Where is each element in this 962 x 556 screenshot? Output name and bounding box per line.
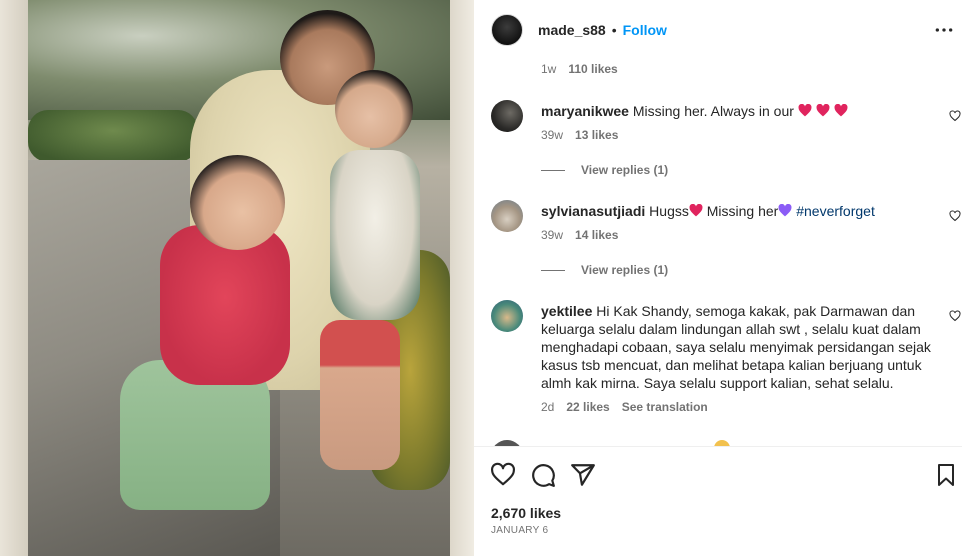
see-translation-button[interactable]: See translation — [622, 400, 708, 414]
purple-heart-emoji-icon — [778, 204, 792, 217]
commenter-username[interactable]: yektilee — [541, 303, 592, 319]
photo-girl-right — [330, 150, 420, 320]
replies-divider-line — [541, 269, 565, 271]
comment-meta: 39w 14 likes — [541, 228, 618, 242]
comment-text: yektilee Hi Kak Shandy, semoga kakak, pa… — [541, 302, 931, 392]
photo-girl-right-legs — [320, 320, 400, 470]
more-options-icon[interactable] — [934, 20, 954, 40]
red-heart-emoji-icon — [798, 104, 812, 117]
photo-print-border-right — [450, 0, 474, 556]
comment-message: Missing her. Always in our — [632, 103, 794, 119]
comment-meta: 39w 13 likes — [541, 128, 618, 142]
comment-like-heart-icon[interactable] — [949, 310, 961, 322]
follow-button[interactable]: Follow — [623, 22, 667, 38]
photo-girl-left — [160, 225, 290, 385]
comments-list[interactable]: 1w 110 likes maryanikwee Missing her. Al… — [474, 60, 962, 445]
commenter-avatar[interactable] — [491, 200, 523, 232]
comment-likes[interactable]: 110 likes — [568, 62, 617, 76]
post-date[interactable]: JANUARY 6 — [491, 525, 548, 536]
commenter-username[interactable]: sylvianasutjiadi — [541, 203, 645, 219]
commenter-avatar[interactable] — [491, 300, 523, 332]
comment-likes[interactable]: 14 likes — [575, 228, 618, 242]
comment-message-part-1: Hugss — [649, 203, 689, 219]
share-paper-plane-icon[interactable] — [570, 462, 596, 488]
post-likes-count[interactable]: 2,670 likes — [491, 505, 561, 521]
comment-time: 1w — [541, 62, 557, 76]
red-heart-emoji-icon — [689, 204, 703, 217]
comment-like-heart-icon[interactable] — [949, 210, 961, 222]
comment-text: maryanikwee Missing her. Always in our — [541, 102, 931, 120]
photo-print-border-left — [0, 0, 28, 556]
comment-time: 39w — [541, 228, 564, 242]
previous-comment-meta: 1w 110 likes — [541, 62, 618, 76]
comment-time: 2d — [541, 400, 555, 414]
comment-bubble-icon[interactable] — [530, 462, 556, 488]
post-photo[interactable] — [0, 0, 474, 556]
comment-time: 39w — [541, 128, 564, 142]
author-avatar[interactable] — [491, 14, 523, 46]
header-separator: • — [611, 22, 617, 38]
red-heart-emoji-icon — [816, 104, 830, 117]
view-replies-button[interactable]: View replies (1) — [541, 163, 668, 177]
red-heart-emoji-icon — [834, 104, 848, 117]
comment-message-part-2: Missing her — [706, 203, 779, 219]
comment-likes[interactable]: 13 likes — [575, 128, 618, 142]
comment-like-heart-icon[interactable] — [949, 110, 961, 122]
commenter-avatar[interactable] — [491, 100, 523, 132]
post-side-panel: made_s88 • Follow 1w 110 likes maryanikw… — [474, 0, 962, 556]
photo-girl-right-head — [335, 70, 413, 148]
comment-message: Hi Kak Shandy, semoga kakak, pak Darmawa… — [541, 303, 931, 391]
post-header: made_s88 • Follow — [474, 0, 962, 60]
comment-text: sylvianasutjiadi Hugss Missing her #neve… — [541, 202, 931, 220]
photo-hedge — [28, 110, 198, 162]
author-username[interactable]: made_s88 — [538, 22, 606, 38]
photo-girl-left-head — [190, 155, 285, 250]
view-replies-button[interactable]: View replies (1) — [541, 263, 668, 277]
view-replies-label: View replies (1) — [581, 163, 669, 177]
commenter-username[interactable]: maryanikwee — [541, 103, 629, 119]
comment-meta: 2d 22 likes See translation — [541, 400, 708, 414]
like-heart-icon[interactable] — [490, 462, 516, 488]
post-actions-bar: 2,670 likes JANUARY 6 — [474, 446, 962, 536]
save-bookmark-icon[interactable] — [934, 462, 958, 488]
comment-likes[interactable]: 22 likes — [566, 400, 609, 414]
view-replies-label: View replies (1) — [581, 263, 669, 277]
hashtag-link[interactable]: #neverforget — [796, 203, 875, 219]
replies-divider-line — [541, 169, 565, 171]
